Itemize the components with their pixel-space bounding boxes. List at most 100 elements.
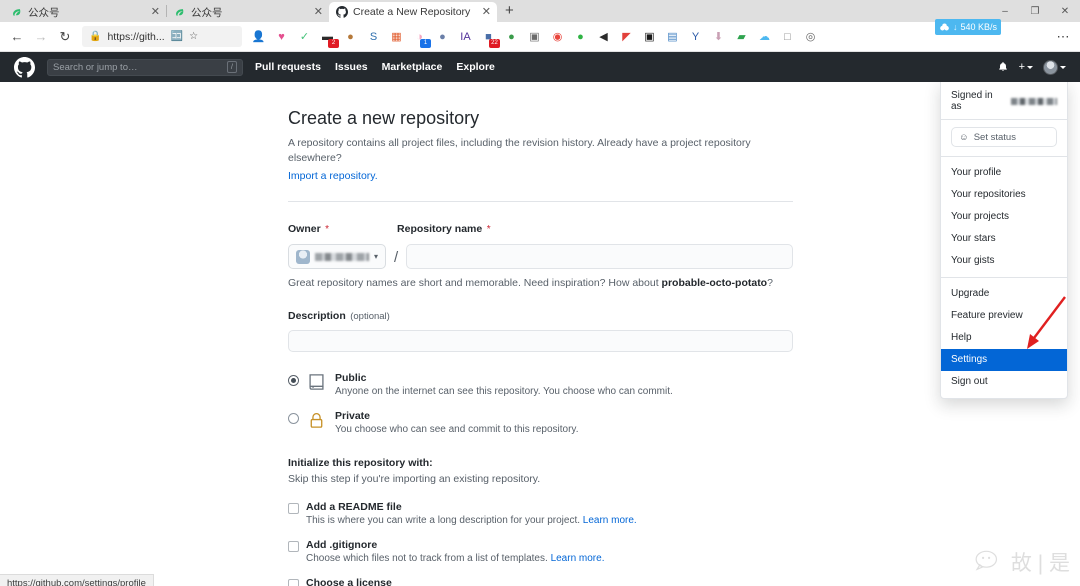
ia-extension[interactable]: IA bbox=[455, 26, 476, 47]
create-new-button[interactable]: + bbox=[1019, 61, 1033, 73]
fish-extension[interactable]: ◀ bbox=[593, 26, 614, 47]
radio-private[interactable] bbox=[288, 413, 299, 425]
github-icon bbox=[335, 6, 348, 19]
nav-pull-requests[interactable]: Pull requests bbox=[255, 61, 321, 73]
close-window-icon[interactable]: ✕ bbox=[1050, 0, 1080, 22]
description-input[interactable] bbox=[288, 330, 793, 353]
pocket-extension[interactable]: 👤 bbox=[248, 26, 269, 47]
github-mark-icon[interactable] bbox=[14, 56, 35, 78]
avatar-menu-button[interactable] bbox=[1043, 59, 1066, 75]
nav-marketplace[interactable]: Marketplace bbox=[382, 61, 443, 73]
set-status-button[interactable]: ☺ Set status bbox=[951, 127, 1057, 147]
bag-extension[interactable]: ▬ 2 bbox=[317, 26, 339, 48]
name-help-prefix: Great repository names are short and mem… bbox=[288, 277, 662, 290]
extension-badge: 1 bbox=[420, 39, 431, 48]
nav-issues[interactable]: Issues bbox=[335, 61, 368, 73]
book-extension[interactable]: ▤ bbox=[662, 26, 683, 47]
profile-extension[interactable]: ◎ bbox=[800, 26, 821, 47]
name-suggestion[interactable]: probable-octo-potato bbox=[662, 277, 768, 289]
cat-extension[interactable]: ◑ 1 bbox=[409, 26, 431, 48]
address-bar[interactable]: 🔒 https://gith... 🈁 ☆ bbox=[82, 26, 242, 47]
extension-glyph: 👤 bbox=[251, 31, 266, 43]
extension-glyph: ◉ bbox=[552, 31, 563, 43]
user-dropdown-menu: Signed in as ☺ Set status Your profile Y… bbox=[940, 82, 1068, 399]
panda-extension[interactable]: ● bbox=[432, 26, 453, 47]
y-extension[interactable]: Y bbox=[685, 26, 706, 47]
cloud-extension[interactable]: ☁ bbox=[754, 26, 775, 47]
heart-extension[interactable]: ♥ bbox=[271, 26, 292, 47]
option-readme[interactable]: Add a README file This is where you can … bbox=[288, 501, 793, 526]
lock-icon bbox=[307, 411, 327, 431]
nav-explore[interactable]: Explore bbox=[456, 61, 495, 73]
license-text: Choose a license A license tells others … bbox=[306, 577, 645, 586]
tiles-extension[interactable]: ■ 22 bbox=[478, 26, 500, 48]
robot-extension[interactable]: □ bbox=[777, 26, 798, 47]
menu-item-your-gists[interactable]: Your gists bbox=[941, 250, 1067, 272]
initialize-subtitle: Skip this step if you're importing an ex… bbox=[288, 473, 541, 486]
close-icon[interactable]: ✕ bbox=[151, 6, 160, 18]
close-icon[interactable]: ✕ bbox=[314, 6, 323, 18]
option-license[interactable]: Choose a license A license tells others … bbox=[288, 577, 793, 586]
star-icon[interactable]: ☆ bbox=[189, 31, 198, 42]
extension-glyph: S bbox=[369, 30, 378, 43]
visibility-option-private[interactable]: Private You choose who can see and commi… bbox=[288, 410, 793, 435]
license-title: Choose a license bbox=[306, 576, 392, 586]
inbox-extension[interactable]: ⬇ bbox=[708, 26, 729, 47]
menu-item-settings[interactable]: Settings bbox=[941, 349, 1067, 371]
green-circle-extension[interactable]: ● bbox=[570, 26, 591, 47]
readme-desc-text: This is where you can write a long descr… bbox=[306, 514, 581, 526]
chrome-extension[interactable]: ◉ bbox=[547, 26, 568, 47]
checkbox-readme[interactable] bbox=[288, 502, 299, 514]
flag-extension[interactable]: ▰ bbox=[731, 26, 752, 47]
menu-item-your-projects[interactable]: Your projects bbox=[941, 206, 1067, 228]
repository-name-help: Great repository names are short and mem… bbox=[288, 277, 793, 289]
new-tab-button[interactable]: + bbox=[497, 2, 522, 21]
menu-item-feature-preview[interactable]: Feature preview bbox=[941, 305, 1067, 327]
back-icon[interactable]: ← bbox=[6, 26, 28, 48]
translate-icon[interactable]: 🈁 bbox=[171, 31, 183, 42]
menu-item-your-profile[interactable]: Your profile bbox=[941, 162, 1067, 184]
gitignore-learn-more-link[interactable]: Learn more. bbox=[551, 553, 605, 564]
owner-name-redacted bbox=[315, 252, 369, 261]
checkbox-gitignore[interactable] bbox=[288, 540, 299, 552]
watermark-text: 故 | 是 bbox=[1010, 552, 1070, 575]
browser-tab-active[interactable]: Create a New Repository ✕ bbox=[329, 2, 497, 22]
reload-icon[interactable]: ↻ bbox=[54, 26, 76, 48]
repository-name-input[interactable] bbox=[406, 244, 793, 270]
cookie-extension[interactable]: ● bbox=[340, 26, 361, 47]
import-repository-link[interactable]: Import a repository. bbox=[288, 170, 378, 182]
menu-item-your-stars[interactable]: Your stars bbox=[941, 228, 1067, 250]
menu-item-sign-out[interactable]: Sign out bbox=[941, 371, 1067, 393]
s-extension[interactable]: S bbox=[363, 26, 384, 47]
globe-extension[interactable]: ● bbox=[501, 26, 522, 47]
shield-extension[interactable]: ✓ bbox=[294, 26, 315, 47]
bell-icon[interactable] bbox=[997, 61, 1009, 73]
forward-icon[interactable]: → bbox=[30, 26, 52, 48]
radio-public[interactable] bbox=[288, 375, 299, 387]
search-input[interactable]: Search or jump to… / bbox=[47, 58, 243, 76]
leaf-icon bbox=[173, 6, 186, 19]
extension-glyph: ● bbox=[439, 30, 446, 43]
browser-tab[interactable]: 公众号 ✕ bbox=[167, 2, 329, 22]
checkbox-license[interactable] bbox=[288, 578, 299, 586]
option-gitignore[interactable]: Add .gitignore Choose which files not to… bbox=[288, 539, 793, 564]
close-icon[interactable]: ✕ bbox=[482, 6, 491, 18]
readme-learn-more-link[interactable]: Learn more. bbox=[583, 515, 637, 526]
owner-select[interactable]: ▾ bbox=[288, 244, 386, 270]
menu-group-personal: Your profile Your repositories Your proj… bbox=[941, 157, 1067, 277]
browser-tab[interactable]: 公众号 ✕ bbox=[4, 2, 166, 22]
visibility-option-public[interactable]: Public Anyone on the internet can see th… bbox=[288, 372, 793, 397]
extension-glyph: ◎ bbox=[805, 31, 816, 43]
megaphone-extension[interactable]: ◤ bbox=[616, 26, 637, 47]
maximize-icon[interactable]: ❐ bbox=[1020, 0, 1050, 22]
menu-item-upgrade[interactable]: Upgrade bbox=[941, 283, 1067, 305]
camera-extension[interactable]: ▣ bbox=[524, 26, 545, 47]
menu-item-your-repositories[interactable]: Your repositories bbox=[941, 184, 1067, 206]
public-description: Anyone on the internet can see this repo… bbox=[335, 386, 673, 398]
menu-item-help[interactable]: Help bbox=[941, 327, 1067, 349]
extension-glyph: ▣ bbox=[644, 31, 655, 43]
more-menu-icon[interactable]: ⋯ bbox=[1052, 26, 1074, 48]
palette-extension[interactable]: ▦ bbox=[386, 26, 407, 47]
square-extension[interactable]: ▣ bbox=[639, 26, 660, 47]
gitignore-text: Add .gitignore Choose which files not to… bbox=[306, 539, 604, 564]
